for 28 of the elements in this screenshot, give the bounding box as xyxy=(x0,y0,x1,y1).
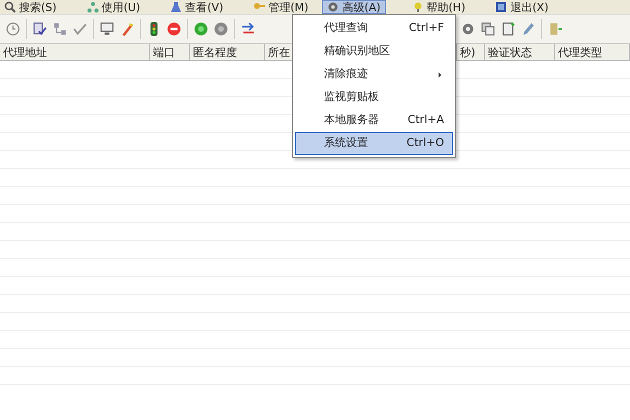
menu-item[interactable]: 查看(V) xyxy=(166,0,228,14)
shortcut-label: Ctrl+O xyxy=(406,135,444,152)
column-header[interactable]: 验证状态 xyxy=(485,44,555,60)
option-label: 本地服务器 xyxy=(324,112,379,128)
menu-item[interactable]: 管理(M) xyxy=(249,0,312,14)
option-label: 精确识别地区 xyxy=(324,43,390,60)
menu-item[interactable]: 搜索(S) xyxy=(0,0,61,14)
menu-option[interactable]: 代理查询 Ctrl+F xyxy=(295,17,453,40)
option-label: 代理查询 xyxy=(324,20,368,36)
option-label: 系统设置 xyxy=(324,135,368,152)
column-header[interactable]: 端口 xyxy=(150,44,190,60)
column-header[interactable]: 代理地址 xyxy=(0,44,150,60)
menu-option[interactable]: 监视剪贴板 xyxy=(295,86,453,109)
menu-item[interactable]: 使用(U) xyxy=(82,0,144,14)
column-header[interactable]: 匿名程度 xyxy=(190,44,265,60)
shortcut-label: Ctrl+A xyxy=(408,112,444,128)
menu-item[interactable]: 帮助(H) xyxy=(408,0,470,14)
menu-item[interactable]: 高级(A) xyxy=(322,0,386,14)
menu-item[interactable]: 退出(X) xyxy=(491,0,552,14)
shortcut-label: Ctrl+F xyxy=(408,20,444,36)
option-label: 监视剪贴板 xyxy=(324,89,379,106)
menu-option[interactable]: 本地服务器 Ctrl+A xyxy=(295,109,453,132)
column-header[interactable]: 秒) xyxy=(457,44,485,60)
menu-option[interactable]: 精确识别地区 xyxy=(295,40,453,63)
menu-option[interactable]: 清除痕迹 xyxy=(295,63,453,86)
column-header[interactable]: 代理类型 xyxy=(555,44,630,60)
option-label: 清除痕迹 xyxy=(324,66,368,82)
menu-option[interactable]: 系统设置 Ctrl+O xyxy=(295,132,453,155)
